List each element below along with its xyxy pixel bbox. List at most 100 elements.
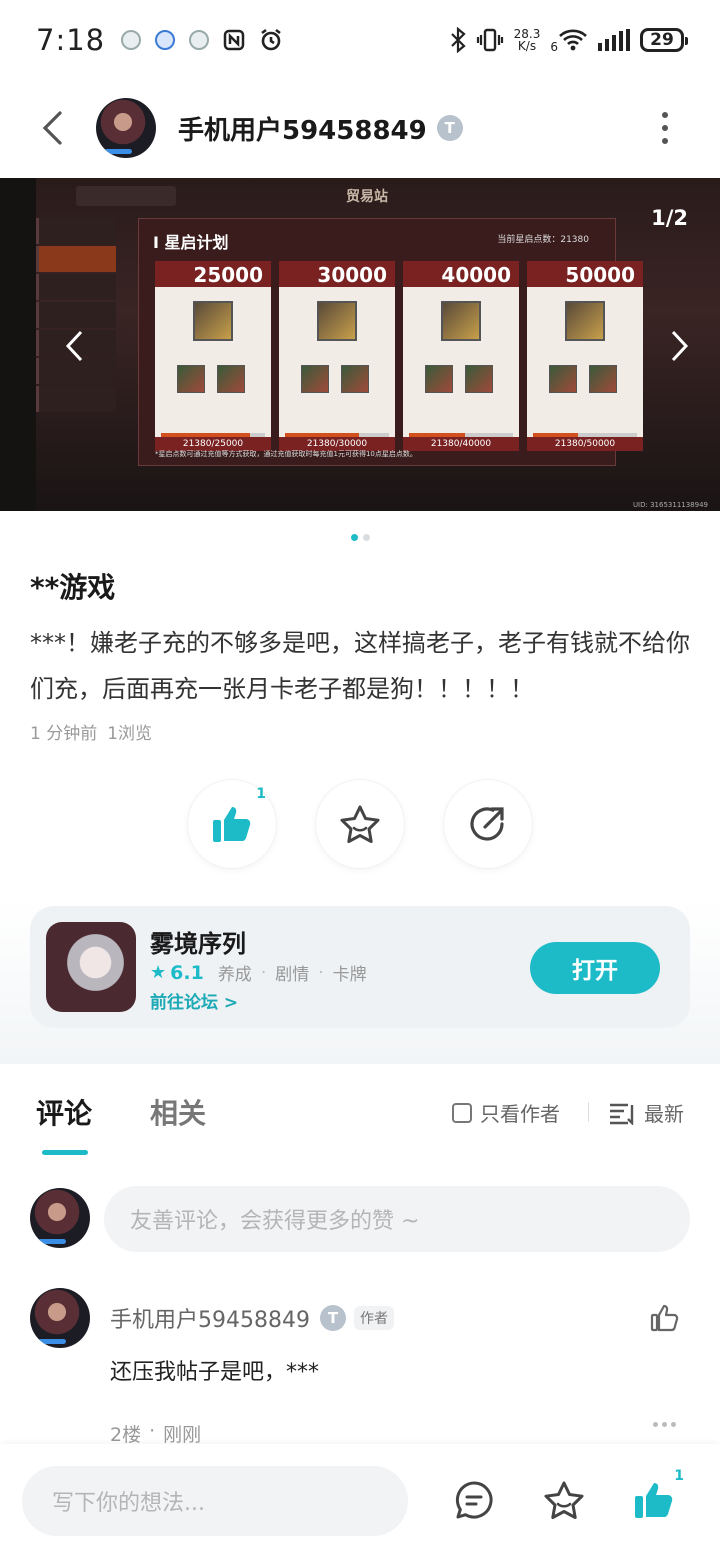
author-only-toggle[interactable]: 只看作者 (452, 1098, 560, 1127)
star-plan-panel: I 星启计划 当前星启点数：21380 25000 21380/25000 3000… (138, 218, 643, 466)
reward-item-image (301, 365, 329, 393)
card-progress-label: 21380/50000 (527, 437, 643, 451)
tag-separator: · (260, 962, 267, 983)
current-points: 当前星启点数：21380 (497, 235, 589, 245)
comment-input-placeholder: 友善评论，会获得更多的赞 ~ (130, 1209, 420, 1234)
reward-item-image (425, 365, 453, 393)
status-time: 7:18 (36, 23, 106, 57)
reward-item-image (341, 365, 369, 393)
game-menu-item (36, 246, 116, 272)
sort-icon (610, 1103, 634, 1125)
forum-link[interactable]: 前往论坛 > (150, 988, 238, 1013)
commenter-name[interactable]: 手机用户59458849 (110, 1302, 310, 1334)
carousel-next-button[interactable] (660, 326, 700, 366)
bottom-favorite-button[interactable] (542, 1478, 586, 1522)
tab-comments[interactable]: 评论 (36, 1092, 92, 1132)
post-title: **游戏 (30, 571, 116, 604)
card-progress-label: 21380/40000 (403, 437, 519, 451)
image-counter: 1/2 (651, 206, 688, 230)
thoughts-input[interactable]: 写下你的想法... (22, 1466, 408, 1536)
back-button[interactable] (22, 98, 82, 158)
more-dot (662, 112, 668, 118)
comment-input[interactable]: 友善评论，会获得更多的赞 ~ (104, 1186, 690, 1252)
game-menu-item (36, 218, 116, 244)
more-options-button[interactable] (650, 103, 680, 153)
share-button[interactable] (444, 780, 532, 868)
author-only-label: 只看作者 (480, 1102, 560, 1126)
like-button[interactable]: 1 (188, 780, 276, 868)
card-target: 30000 (317, 263, 387, 287)
more-dot (662, 125, 668, 131)
game-menu-item (36, 386, 116, 412)
wifi-icon (559, 29, 587, 51)
post-meta: 1 分钟前 1浏览 (30, 719, 152, 744)
game-icon[interactable] (46, 922, 136, 1012)
carousel-prev-button[interactable] (54, 326, 94, 366)
user-level-badge: T (319, 1305, 346, 1331)
author-tag: 作者 (353, 1306, 394, 1330)
open-game-button[interactable]: 打开 (530, 942, 660, 994)
game-rating: 6.1 (170, 961, 204, 984)
bottom-action-bar: 写下你的想法... 1 (0, 1444, 720, 1554)
reward-cards: 25000 21380/25000 30000 21380/30000 40000 213… (155, 261, 643, 451)
bluetooth-icon (450, 27, 466, 53)
reward-item-image (317, 301, 357, 341)
game-rating-row: ★ 6.1 养成 · 剧情 · 卡牌 (150, 960, 367, 986)
game-card[interactable]: 雾境序列 ★ 6.1 养成 · 剧情 · 卡牌 前往论坛 > 打开 (30, 906, 690, 1028)
comment-floor: 2楼 (110, 1424, 142, 1446)
comment-like-button[interactable] (650, 1304, 680, 1336)
comment-time: 刚刚 (163, 1424, 202, 1446)
author-avatar[interactable] (96, 98, 156, 158)
game-screen-title: 贸易站 (346, 189, 388, 205)
bottom-like-button[interactable]: 1 (632, 1468, 684, 1522)
reward-card: 50000 21380/50000 (527, 261, 643, 451)
reward-item-image (549, 365, 577, 393)
more-dot (671, 1422, 676, 1427)
net-speed: 28.3 K/s (514, 28, 541, 52)
card-target: 40000 (441, 263, 511, 287)
comment-meta: 2楼 · 刚刚 (110, 1420, 201, 1447)
game-menu-item (36, 274, 116, 300)
app-notification-icon (155, 30, 176, 50)
my-avatar[interactable] (30, 1188, 90, 1248)
reward-item-image (565, 301, 605, 341)
app-notification-icon (121, 30, 142, 50)
post-views: 1浏览 (107, 724, 153, 744)
comment-button[interactable] (452, 1478, 496, 1522)
sort-button[interactable]: 最新 (608, 1098, 684, 1127)
game-screenshot: 贸易站 I 星启计划 当前星启点数：21380 25000 21380/25000… (36, 178, 720, 511)
card-target: 50000 (565, 263, 635, 287)
status-bar: 7:18 28.3 K/s 6 29 (0, 0, 720, 80)
notification-icons (121, 28, 283, 52)
image-carousel[interactable]: 贸易站 I 星启计划 当前星启点数：21380 25000 21380/25000… (0, 178, 720, 511)
tag-separator: · (318, 962, 324, 983)
reward-item-image (441, 301, 481, 341)
thumbs-up-icon (635, 1483, 673, 1518)
reward-card: 40000 21380/40000 (403, 261, 519, 451)
more-dot (653, 1422, 658, 1427)
favorite-button[interactable] (316, 780, 404, 868)
post-header: 手机用户59458849 T (0, 80, 720, 176)
nfc-icon (223, 29, 245, 51)
chevron-right-icon (671, 330, 689, 362)
carousel-dots (0, 534, 720, 541)
vibrate-icon (476, 28, 503, 52)
commenter-avatar[interactable] (30, 1288, 90, 1348)
checkbox-icon (452, 1102, 472, 1123)
share-icon (470, 807, 504, 841)
author-name[interactable]: 手机用户59458849 (178, 110, 427, 147)
thoughts-input-placeholder: 写下你的想法... (52, 1491, 205, 1516)
tab-related[interactable]: 相关 (150, 1092, 206, 1132)
battery-icon: 29 (640, 28, 688, 52)
comment-more-button[interactable] (653, 1422, 676, 1427)
star-icon (544, 1481, 584, 1519)
thumbs-up-icon (213, 807, 251, 842)
reward-item-image (465, 365, 493, 393)
reward-item-image (177, 365, 205, 393)
commenter-name-row: 手机用户59458849 T 作者 (110, 1302, 394, 1334)
chevron-left-icon (42, 111, 62, 145)
game-name[interactable]: 雾境序列 (150, 924, 246, 959)
reward-card: 25000 21380/25000 (155, 261, 271, 451)
game-back-nav (76, 186, 176, 206)
post-body: ***！嫌老子充的不够多是吧，这样搞老子，老子有钱就不给你们充，后面再充一张月卡… (30, 629, 690, 703)
